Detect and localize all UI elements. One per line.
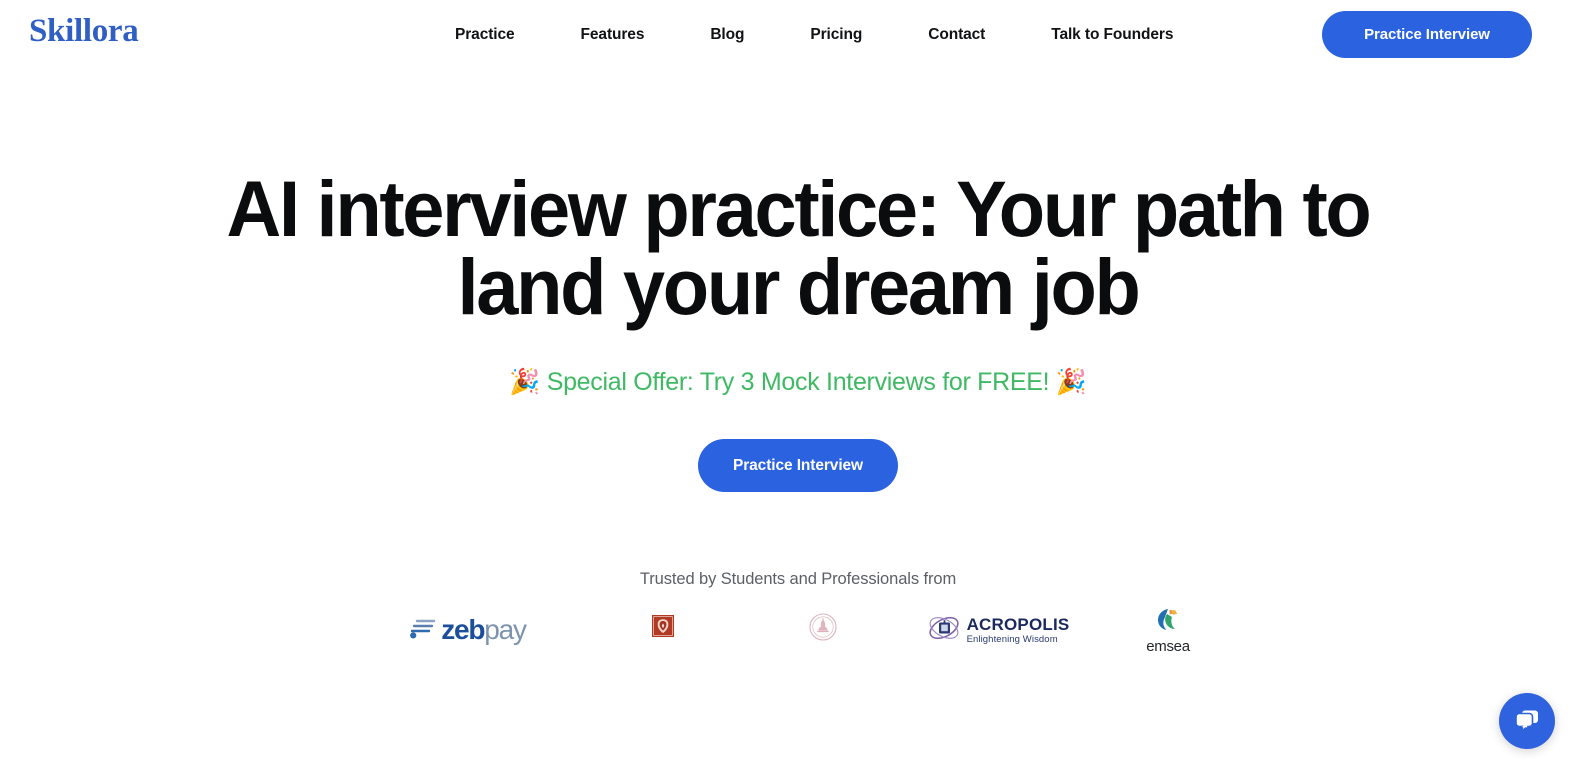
chat-widget-button[interactable] (1499, 693, 1555, 749)
hero-cta-container: Practice Interview (0, 439, 1596, 492)
nav-item-practice[interactable]: Practice (455, 22, 515, 48)
nav-item-pricing[interactable]: Pricing (810, 22, 862, 48)
brand-logo[interactable]: Skillora (29, 14, 139, 49)
zebpay-text-secondary: pay (484, 614, 527, 645)
emsea-name: emsea (1146, 637, 1190, 655)
main-navigation: Practice Features Blog Pricing Contact T… (455, 22, 1173, 48)
hero-section: AI interview practice: Your path to land… (0, 70, 1596, 657)
page-title: AI interview practice: Your path to land… (226, 164, 1372, 331)
hero-practice-interview-button[interactable]: Practice Interview (698, 439, 898, 492)
nav-item-contact[interactable]: Contact (928, 22, 985, 48)
nav-item-features[interactable]: Features (581, 22, 645, 48)
seal-icon (809, 612, 837, 646)
acropolis-orbit-icon (927, 613, 961, 648)
chat-bubble-icon (1512, 706, 1542, 737)
acropolis-name: ACROPOLIS (966, 614, 1070, 634)
header-practice-interview-button[interactable]: Practice Interview (1322, 11, 1532, 58)
nav-item-talk-to-founders[interactable]: Talk to Founders (1051, 22, 1173, 48)
acropolis-tagline: Enlightening Wisdom (966, 633, 1058, 645)
special-offer-banner: 🎉 Special Offer: Try 3 Mock Interviews f… (509, 368, 1087, 396)
logo-university-seal[interactable] (743, 603, 903, 657)
logo-university-crest[interactable] (583, 603, 743, 657)
zebpay-swoosh-icon (410, 617, 436, 644)
emsea-swirl-icon (1154, 607, 1182, 638)
crest-icon (652, 614, 674, 644)
trusted-by-logo-row: zebpay ACROPOLIS Enlightening Wisdom ems… (0, 603, 1596, 657)
logo-zebpay[interactable]: zebpay (353, 603, 583, 657)
zebpay-text-primary: zeb (441, 614, 485, 645)
trusted-by-caption: Trusted by Students and Professionals fr… (639, 570, 957, 588)
nav-item-blog[interactable]: Blog (710, 22, 744, 48)
site-header: Skillora Practice Features Blog Pricing … (0, 0, 1596, 70)
logo-acropolis[interactable]: ACROPOLIS Enlightening Wisdom (903, 603, 1093, 657)
logo-emsea[interactable]: emsea (1093, 603, 1243, 657)
